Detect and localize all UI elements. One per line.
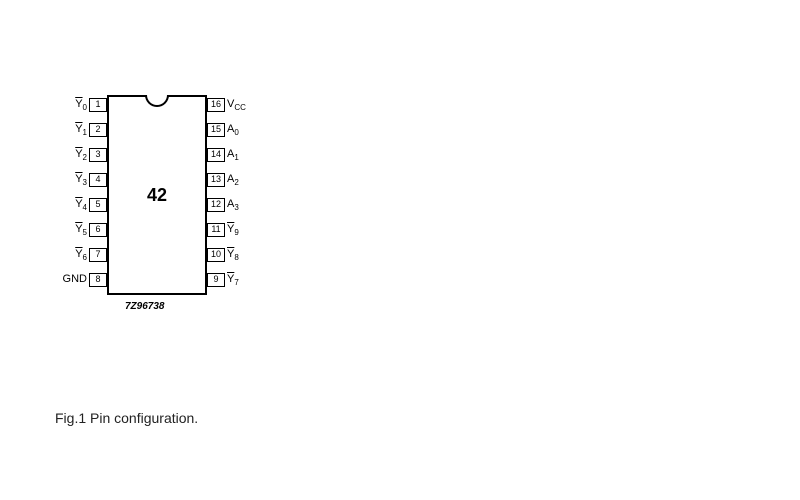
pin-7: 7 bbox=[89, 248, 107, 262]
pin-label-4: Y3 bbox=[55, 173, 87, 185]
pin-label-12: A3 bbox=[227, 198, 239, 210]
pin-16: 16 bbox=[207, 98, 225, 112]
pin-label-14: A1 bbox=[227, 148, 239, 160]
chip-notch bbox=[145, 95, 169, 107]
pin-label-13: A2 bbox=[227, 173, 239, 185]
pin-label-7: Y6 bbox=[55, 248, 87, 260]
pin-label-8: GND bbox=[55, 273, 87, 285]
pin-2: 2 bbox=[89, 123, 107, 137]
pin-5: 5 bbox=[89, 198, 107, 212]
pin-label-3: Y2 bbox=[55, 148, 87, 160]
pin-12: 12 bbox=[207, 198, 225, 212]
pin-10: 10 bbox=[207, 248, 225, 262]
pin-label-5: Y4 bbox=[55, 198, 87, 210]
pin-label-16: VCC bbox=[227, 98, 246, 110]
pin-label-11: Y9 bbox=[227, 223, 239, 235]
chip-center-label: 42 bbox=[109, 185, 205, 206]
pin-6: 6 bbox=[89, 223, 107, 237]
chip-part-code: 7Z96738 bbox=[125, 301, 164, 312]
pin-11: 11 bbox=[207, 223, 225, 237]
pin-label-1: Y0 bbox=[55, 98, 87, 110]
pin-9: 9 bbox=[207, 273, 225, 287]
figure-caption: Fig.1 Pin configuration. bbox=[55, 410, 198, 426]
pin-4: 4 bbox=[89, 173, 107, 187]
pin-13: 13 bbox=[207, 173, 225, 187]
pin-8: 8 bbox=[89, 273, 107, 287]
pin-15: 15 bbox=[207, 123, 225, 137]
pin-label-15: A0 bbox=[227, 123, 239, 135]
pin-1: 1 bbox=[89, 98, 107, 112]
pin-label-2: Y1 bbox=[55, 123, 87, 135]
pin-3: 3 bbox=[89, 148, 107, 162]
pin-14: 14 bbox=[207, 148, 225, 162]
pin-label-6: Y5 bbox=[55, 223, 87, 235]
chip-body: 42 bbox=[107, 95, 207, 295]
pin-label-10: Y8 bbox=[227, 248, 239, 260]
pin-label-9: Y7 bbox=[227, 273, 239, 285]
